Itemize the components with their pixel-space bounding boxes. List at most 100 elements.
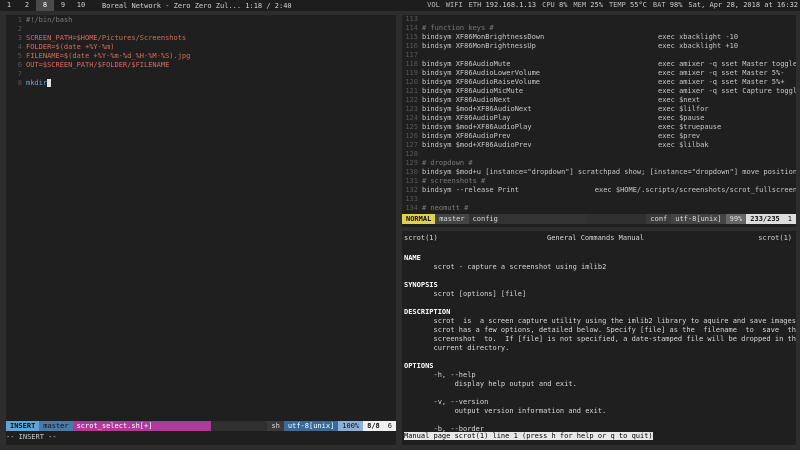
man-line: -h, --help — [404, 371, 476, 379]
line-number: 1 — [17, 16, 22, 24]
status-value: 25% — [590, 1, 603, 9]
status-item: CPU 8% — [542, 0, 567, 11]
code-line: 1 #!/bin/bash — [6, 16, 396, 25]
line-number: 122 — [405, 96, 418, 104]
code-line: 3 SCREEN_PATH=$HOME/Pictures/Screenshots — [6, 34, 396, 43]
line-number: 131 — [405, 177, 418, 185]
line-number: 130 — [405, 168, 418, 176]
code-line: 119 bindsym XF86AudioLowerVolume exec ami… — [402, 69, 796, 78]
status-value: 192.168.1.13 — [485, 1, 537, 9]
man-line: DESCRIPTION — [404, 308, 451, 316]
line-text: bindsym XF86AudioMute exec amixer -q sse… — [422, 60, 796, 68]
man-page-pane[interactable]: scrot(1) General Commands Manual scrot(1… — [402, 231, 796, 445]
workspace-button[interactable]: 1 — [0, 0, 18, 11]
line-text: bindsym XF86AudioPlay exec $pause — [422, 114, 705, 122]
status-item: WIFI — [446, 0, 463, 11]
man-page-text: NAME scrot - capture a screenshot using … — [402, 245, 796, 434]
line-number: 3 — [17, 34, 22, 42]
code-line: 115 bindsym XF86MonBrightnessDown exec xb… — [402, 33, 796, 42]
man-line: SYNOPSIS — [404, 281, 438, 289]
right-statusline: NORMAL master config conf utf-8[unix] 99… — [402, 214, 796, 224]
cursor-column: 1 — [783, 214, 796, 224]
code-line: 127 bindsym $mod+XF86AudioPrev exec $lilb… — [402, 141, 796, 150]
line-text: bindsym $mod+XF86AudioNext exec $lilfor — [422, 105, 709, 113]
line-text: bindsym XF86MonBrightnessUp exec xbackli… — [422, 42, 739, 50]
line-number: 117 — [405, 51, 418, 59]
line-number: 120 — [405, 78, 418, 86]
man-line: -v, --version — [404, 398, 489, 406]
line-text: # function keys # — [422, 24, 494, 32]
code-line: 7 — [6, 70, 396, 79]
line-text: # screenshots # — [422, 177, 486, 185]
status-value: 55°C — [630, 1, 647, 9]
mode-indicator: NORMAL — [402, 214, 436, 224]
file-name: scrot_select.sh[+] — [72, 421, 211, 431]
line-number: 5 — [17, 52, 22, 60]
file-name: config — [468, 214, 587, 224]
line-text: bindsym XF86AudioNext exec $next — [422, 96, 701, 104]
code-line: 125 bindsym $mod+XF86AudioPlay exec $true… — [402, 123, 796, 132]
line-number: 126 — [405, 132, 418, 140]
man-header-left: scrot(1) — [404, 234, 438, 242]
code-line: 122 bindsym XF86AudioNext exec $next — [402, 96, 796, 105]
code-line: 132 bindsym --release Print exec $HOME/.s… — [402, 186, 796, 195]
line-text: OUT=$SCREEN_PATH/$FOLDER/$FILENAME — [26, 61, 170, 69]
line-text: bindsym $mod+u [instance="dropdown"] scr… — [422, 168, 796, 176]
line-number: 132 — [405, 186, 418, 194]
left-editor-pane[interactable]: 1 #!/bin/bash 2 3 SCREEN_PATH=$HOME/Pictures… — [6, 15, 396, 445]
code-line: 129 # dropdown # — [402, 159, 796, 168]
line-number: 134 — [405, 204, 418, 212]
status-value: Sat, Apr 28, 2018 at 16:32 — [688, 1, 798, 9]
line-number: 124 — [405, 114, 418, 122]
workspace-button[interactable]: 9 — [54, 0, 72, 11]
git-branch: master — [435, 214, 469, 224]
code-line: 133 — [402, 195, 796, 204]
man-header-right: scrot(1) — [758, 234, 792, 242]
code-line: 123 bindsym $mod+XF86AudioNext exec $lilf… — [402, 105, 796, 114]
man-line: scrot has a few options, detailed below.… — [404, 326, 797, 334]
line-number: 129 — [405, 159, 418, 167]
system-status: VOL WIFI ETH 192.168.1.13 CPU 8% MEM 25% TE… — [427, 0, 798, 11]
workspace-button[interactable]: 8 — [36, 0, 54, 11]
status-value: 98% — [669, 1, 683, 9]
code-line: 116 bindsym XF86MonBrightnessUp exec xbac… — [402, 42, 796, 51]
line-text: bindsym XF86AudioRaiseVolume exec amixer… — [422, 78, 785, 86]
file-encoding: utf-8[unix] — [283, 421, 339, 431]
status-item: Sat, Apr 28, 2018 at 16:32 — [688, 0, 798, 11]
status-label: WIFI — [445, 1, 463, 9]
man-line — [404, 353, 796, 362]
line-number: 114 — [405, 24, 418, 32]
right-editor-pane[interactable]: 113 114 # function keys # 115 bindsym XF86Mo… — [402, 15, 796, 227]
pager-prompt[interactable]: Manual page scrot(1) line 1 (press h for… — [404, 431, 653, 441]
line-number: 133 — [405, 195, 418, 203]
left-editor-text[interactable]: 1 #!/bin/bash 2 3 SCREEN_PATH=$HOME/Pictures… — [6, 15, 396, 88]
man-line — [404, 389, 796, 398]
man-line — [404, 245, 796, 254]
scroll-percent: 99% — [725, 214, 747, 224]
code-line: 117 — [402, 51, 796, 60]
workspace-button[interactable]: 10 — [72, 0, 90, 11]
line-number: 7 — [17, 70, 22, 78]
workspace-button[interactable]: 2 — [18, 0, 36, 11]
file-type: sh — [271, 422, 280, 430]
line-number: 113 — [405, 15, 418, 23]
line-number: 128 — [405, 150, 418, 158]
line-text: bindsym $mod+XF86AudioPrev exec $lilbak — [422, 141, 709, 149]
code-line: 118 bindsym XF86AudioMute exec amixer -q … — [402, 60, 796, 69]
man-line: scrot is a screen capture utility using … — [404, 317, 797, 325]
code-line: 6 OUT=$SCREEN_PATH/$FOLDER/$FILENAME — [6, 61, 396, 70]
right-editor-text[interactable]: 113 114 # function keys # 115 bindsym XF86Mo… — [402, 15, 796, 213]
line-number: 119 — [405, 69, 418, 77]
code-line: 114 # function keys # — [402, 24, 796, 33]
man-line: NAME — [404, 254, 421, 262]
line-text: FILENAME=$(date +%Y-%m-%d_%H-%M-%S).jpg — [26, 52, 191, 60]
code-line: 126 bindsym XF86AudioPrev exec $prev — [402, 132, 796, 141]
line-text: bindsym XF86AudioLowerVolume exec amixer… — [422, 69, 785, 77]
man-line: scrot - capture a screenshot using imlib… — [404, 263, 607, 271]
status-item: BAT 98% — [653, 0, 683, 11]
man-line: OPTIONS — [404, 362, 434, 370]
line-number: 8 — [17, 79, 22, 87]
code-line: 124 bindsym XF86AudioPlay exec $pause — [402, 114, 796, 123]
line-text: FOLDER=$(date +%Y-%m) — [26, 43, 115, 51]
status-item: TEMP 55°C — [609, 0, 647, 11]
